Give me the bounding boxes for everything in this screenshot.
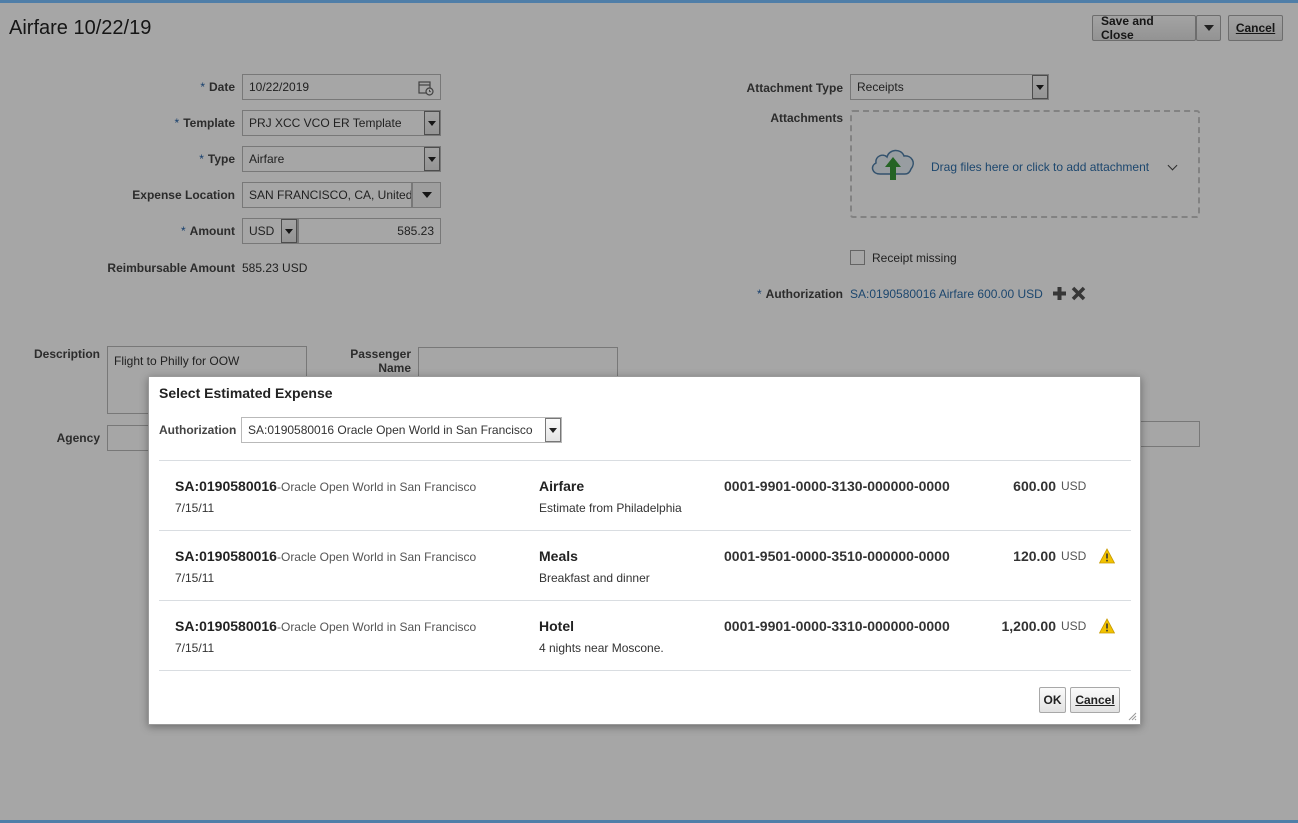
- row-amount: 600.00: [1013, 478, 1056, 494]
- row-currency: USD: [1061, 619, 1087, 633]
- row-amount: 1,200.00: [1001, 618, 1057, 634]
- sa-description: -Oracle Open World in San Francisco: [276, 480, 477, 494]
- resize-handle-icon[interactable]: [1128, 712, 1137, 721]
- sa-description: -Oracle Open World in San Francisco: [276, 620, 477, 634]
- row-category: Meals: [539, 548, 578, 564]
- row-category-description: 4 nights near Moscone.: [539, 641, 664, 655]
- dialog-authorization-select[interactable]: SA:0190580016 Oracle Open World in San F…: [241, 417, 562, 443]
- ok-button[interactable]: OK: [1039, 687, 1066, 713]
- dialog-authorization-label: Authorization: [159, 423, 237, 437]
- row-currency: USD: [1061, 549, 1087, 563]
- row-account: 0001-9901-0000-3310-000000-0000: [724, 618, 950, 634]
- expense-row-airfare[interactable]: SA:0190580016-Oracle Open World in San F…: [159, 461, 1131, 531]
- row-account: 0001-9501-0000-3510-000000-0000: [724, 548, 950, 564]
- dialog-authorization-dropdown-icon[interactable]: [545, 418, 561, 442]
- row-category: Airfare: [539, 478, 585, 494]
- warning-icon: [1099, 618, 1115, 634]
- row-category-description: Estimate from Philadelphia: [539, 501, 682, 515]
- row-category-description: Breakfast and dinner: [539, 571, 650, 585]
- row-date: 7/15/11: [175, 641, 215, 655]
- row-category: Hotel: [539, 618, 574, 634]
- row-date: 7/15/11: [175, 571, 215, 585]
- dialog-cancel-button[interactable]: Cancel: [1070, 687, 1120, 713]
- sa-number: SA:0190580016: [175, 478, 277, 494]
- row-currency: USD: [1061, 479, 1087, 493]
- dialog-title: Select Estimated Expense: [159, 385, 333, 401]
- row-date: 7/15/11: [175, 501, 215, 515]
- row-account: 0001-9901-0000-3130-000000-0000: [724, 478, 950, 494]
- expense-row-meals[interactable]: SA:0190580016-Oracle Open World in San F…: [159, 531, 1131, 601]
- sa-number: SA:0190580016: [175, 618, 277, 634]
- select-estimated-expense-dialog: Select Estimated Expense Authorization S…: [148, 376, 1141, 725]
- sa-description: -Oracle Open World in San Francisco: [276, 550, 477, 564]
- divider: [159, 670, 1131, 671]
- row-amount: 120.00: [1013, 548, 1056, 564]
- warning-icon: [1099, 548, 1115, 564]
- expense-row-hotel[interactable]: SA:0190580016-Oracle Open World in San F…: [159, 601, 1131, 671]
- sa-number: SA:0190580016: [175, 548, 277, 564]
